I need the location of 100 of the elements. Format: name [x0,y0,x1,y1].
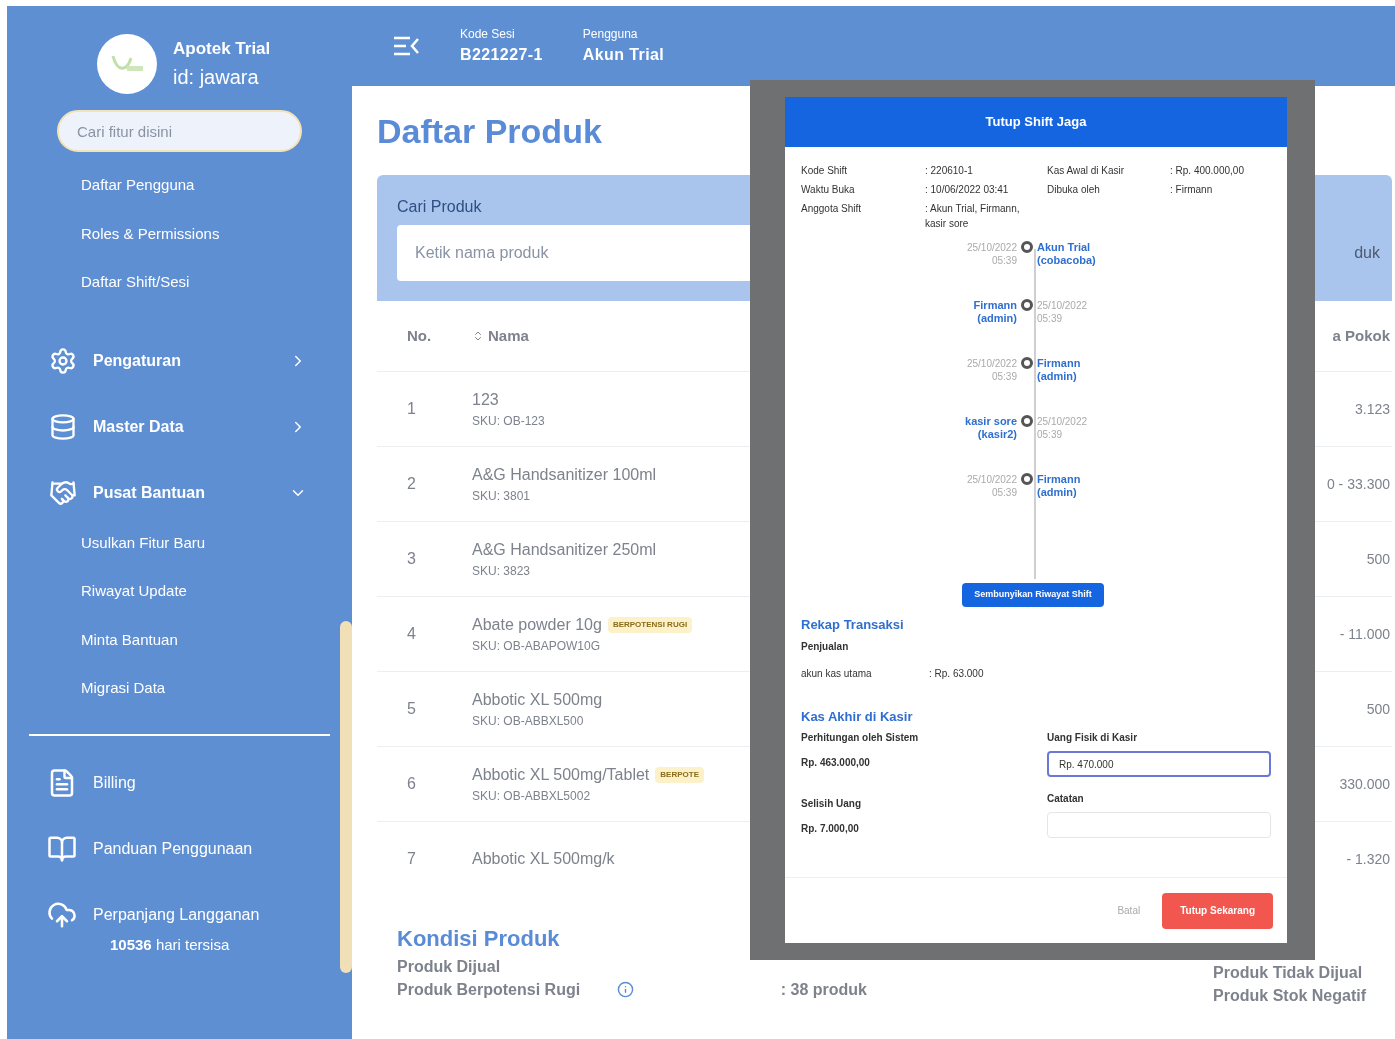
page-title: Daftar Produk [377,111,602,152]
menu-item[interactable]: Daftar Shift/Sesi [81,271,190,294]
timeline-user: Firmann (admin) [1037,473,1082,499]
menu-item[interactable]: Billing [93,770,136,795]
section-subtitle: Penjualan [801,639,850,654]
column-header: No. [407,325,433,346]
field-label: Selisih Uang [801,797,862,811]
product-sku: SKU: OB-ABAPOW10G [472,638,602,655]
modal-title: Tutup Shift Jaga [985,113,1087,132]
row-number: 7 [407,849,417,869]
timeline-time: 25/10/2022 05:39 [1037,415,1089,441]
store-id: id: jawara [173,64,260,90]
logo-icon [97,34,157,94]
row-number: 2 [407,474,417,494]
menu-group[interactable]: Pengaturan [93,348,181,373]
info-value: B221227-1 [460,45,543,65]
menu-item[interactable]: Daftar Pengguna [81,174,195,197]
product-sku: SKU: OB-ABBXL500 [472,713,585,730]
row-number: 1 [407,399,417,419]
cancel-button[interactable]: Batal [1117,903,1141,918]
row-number: 5 [407,699,417,719]
menu-item[interactable]: Perpanjang Langganan [93,902,260,927]
info-label: Kode Sesi [460,26,516,43]
info-value: Akun Trial [582,45,665,65]
note-field[interactable] [1047,812,1271,838]
search-label: Cari Produk [397,197,482,217]
price-cell-text: - 11.000 [1339,624,1390,644]
product-name: 123 [472,390,499,410]
product-sku: SKU: 3823 [472,563,532,580]
cash-field[interactable]: Rp. 470.000 [1047,751,1271,777]
field-value: Rp. 7.000,00 [801,822,860,836]
menu-group[interactable]: Pusat Bantuan [93,480,205,505]
hide-history-button[interactable]: Sembunyikan Riwayat Shift [962,583,1104,607]
row-number: 6 [407,774,417,794]
info-label: Pengguna [582,26,639,43]
price-cell-text: 3.123 [1354,399,1390,419]
product-name: A&G Handsanitizer 250ml [472,540,657,560]
condition-label: Produk Berpotensi Rugi [397,979,582,1000]
field-label: Uang Fisik di Kasir [1047,731,1139,745]
menu-item[interactable]: Riwayat Update [81,580,187,603]
product-sku: SKU: 3801 [472,488,532,505]
timeline-time: 25/10/2022 05:39 [965,357,1017,383]
product-sku: SKU: OB-123 [472,413,545,430]
info-label: Kode Shift [801,164,849,178]
timeline-user: Akun Trial (cobacoba) [1037,241,1097,267]
condition-label: Produk Stok Negatif [1213,986,1366,1006]
info-label: Dibuka oleh [1047,183,1101,197]
info-icon[interactable] [617,981,634,998]
price-cell-text: 500 [1366,699,1390,719]
info-label: Kas Awal di Kasir [1047,164,1126,178]
product-name: Abbotic XL 500mg [472,690,603,710]
row-number: 3 [407,549,417,569]
info-label: Anggota Shift [801,202,863,216]
row-number: 4 [407,624,417,644]
timeline-user: kasir sore (kasir2) [964,415,1017,441]
menu-item[interactable]: Migrasi Data [81,677,166,700]
timeline-user: Firmann (admin) [972,299,1017,325]
add-product-button[interactable]: duk [1354,241,1380,265]
cloud-upload-icon [47,899,77,930]
menu-group[interactable]: Master Data [93,414,184,439]
column-header: a Pokok [1332,325,1390,346]
column-header[interactable]: Nama [488,324,529,348]
product-name: Abbotic XL 500mg/k [472,849,615,869]
product-name: Abbotic XL 500mg/Tablet [472,765,650,785]
product-sku: SKU: OB-ABBXL5002 [472,788,592,805]
database-icon [49,412,77,441]
price-cell-text: 500 [1366,549,1390,569]
timeline-user: Firmann (admin) [1037,357,1082,383]
menu-icon[interactable] [392,35,420,57]
status-badge: BERPOTE [655,767,704,783]
price-cell-text: 330.000 [1339,774,1390,794]
price-cell-text: 0 - 33.300 [1326,474,1390,494]
field-label: Perhitungan oleh Sistem [801,731,920,745]
product-name: A&G Handsanitizer 100ml [472,465,657,485]
menu-item[interactable]: Panduan Penggunaan [93,836,253,861]
info-label: Waktu Buka [801,183,856,197]
info-value: : Firmann [1170,183,1213,197]
section-title: Kas Akhir di Kasir [801,707,914,726]
menu-item[interactable]: Usulkan Fitur Baru [81,531,206,554]
days-remaining: 10536 hari tersisa [109,934,231,955]
section-title: Rekap Transaksi [801,616,905,634]
timeline-time: 25/10/2022 05:39 [965,241,1017,267]
info-value: : 220610-1 [925,164,974,178]
search-field[interactable]: Cari fitur disini [57,110,302,152]
timeline-time: 25/10/2022 05:39 [965,473,1017,499]
section-title: Kondisi Produk [397,925,560,953]
sort-icon[interactable] [472,330,484,342]
condition-value: : 38 produk [780,979,867,1000]
info-value: : 10/06/2022 03:41 [925,183,1010,197]
close-now-button[interactable]: Tutup Sekarang [1162,892,1273,929]
menu-item[interactable]: Minta Bantuan [81,628,178,651]
store-name: Apotek Trial [173,38,271,61]
menu-item[interactable]: Roles & Permissions [81,222,220,245]
info-value: : Rp. 400.000,00 [1170,164,1244,178]
price-cell-text: - 1.320 [1346,849,1390,869]
condition-label: Produk Dijual [397,956,502,977]
field-value: Rp. 463.000,00 [801,756,871,770]
gear-icon [49,346,77,375]
field-label: Catatan [1047,792,1085,806]
handshake-icon [49,478,77,507]
